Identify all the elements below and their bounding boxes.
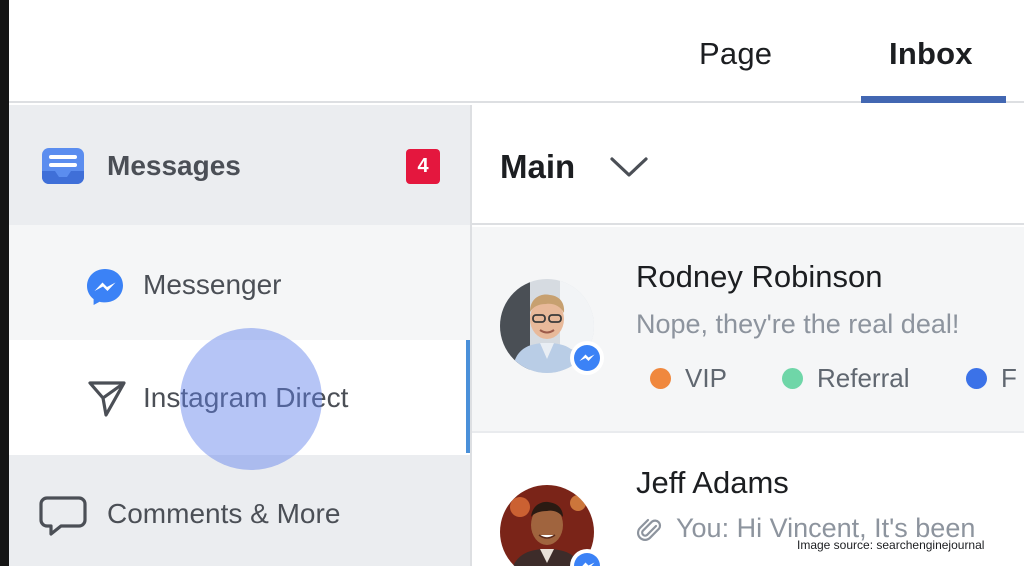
active-tab-indicator: [861, 96, 1006, 103]
send-icon: [88, 381, 126, 417]
sidebar-item-label: Messages: [107, 150, 241, 181]
tab-page[interactable]: Page: [699, 36, 772, 72]
sidebar-item-comments[interactable]: Comments & More: [9, 455, 470, 566]
tag-color-dot: [782, 367, 803, 389]
attachment-icon: [637, 518, 662, 541]
sidebar-item-messenger[interactable]: Messenger: [9, 225, 470, 340]
contact-name: Rodney Robinson: [636, 259, 883, 294]
bottom-frame: [0, 566, 1024, 576]
label-tag-third[interactable]: F: [966, 363, 1017, 397]
tag-color-dot: [650, 367, 671, 389]
image-source-caption: Image source: searchenginejournal: [797, 538, 985, 552]
touch-indicator: [180, 328, 322, 470]
label-tag-vip[interactable]: VIP: [650, 363, 727, 397]
top-tab-bar: Page Inbox: [9, 0, 1024, 103]
message-preview: Nope, they're the real deal!: [636, 309, 960, 339]
tab-inbox[interactable]: Inbox: [889, 36, 973, 72]
inbox-icon: [42, 148, 84, 184]
label-tag-referral[interactable]: Referral: [782, 363, 909, 397]
folder-header[interactable]: Main: [472, 105, 1024, 225]
sidebar-item-label: Comments & More: [107, 498, 341, 529]
left-frame-edge: [0, 0, 9, 566]
contact-name: Jeff Adams: [636, 465, 789, 500]
unread-count-badge: 4: [406, 149, 440, 184]
conversation-item[interactable]: Rodney Robinson Nope, they're the real d…: [472, 227, 1024, 433]
folder-title: Main: [500, 148, 576, 185]
tag-label: F: [1001, 363, 1017, 393]
tag-label: VIP: [685, 363, 727, 393]
chevron-down-icon[interactable]: [608, 153, 650, 181]
messenger-icon: [87, 269, 123, 305]
comment-icon: [39, 496, 87, 536]
messenger-badge-icon: [570, 341, 604, 375]
sidebar-item-label: Messenger: [143, 269, 282, 300]
sidebar-item-messages[interactable]: Messages 4: [9, 105, 470, 225]
conversation-panel: Main Rodney Robinson Nope, they're the r…: [470, 105, 1024, 576]
tag-label: Referral: [817, 363, 910, 393]
tag-color-dot: [966, 367, 987, 389]
